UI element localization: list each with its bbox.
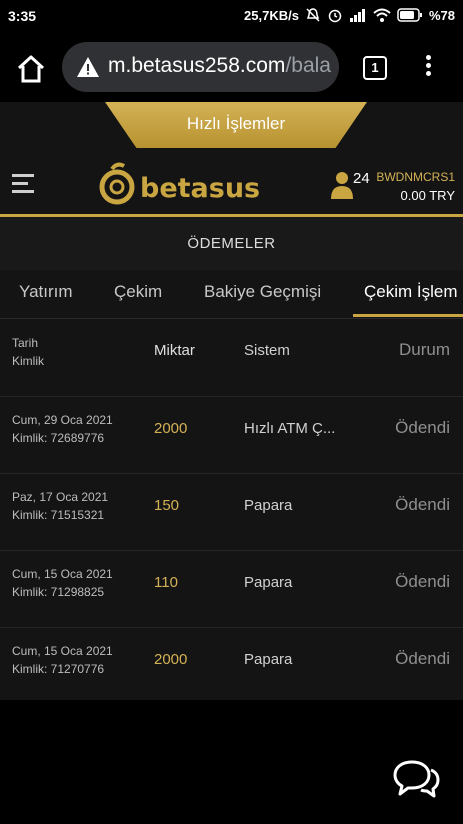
username[interactable]: BWDNMCRS1 <box>376 170 455 184</box>
status-icons: 25,7KB/s %78 <box>244 7 455 23</box>
table-row[interactable]: Cum, 15 Oca 2021 Kimlik: 71270776 2000 P… <box>0 628 463 705</box>
url-host: m.betasus258.com <box>108 54 286 77</box>
tab-switcher-button[interactable]: 1 <box>363 56 387 80</box>
hamburger-menu-icon[interactable] <box>12 174 34 196</box>
row-date-id: Paz, 17 Oca 2021 Kimlik: 71515321 <box>12 488 108 524</box>
signal-icon <box>349 9 365 22</box>
quick-actions-bar: Hızlı İşlemler <box>0 102 463 158</box>
header-date: Tarih <box>12 336 39 350</box>
battery-icon <box>397 8 422 22</box>
row-id: Kimlik: 71298825 <box>12 585 105 599</box>
tab-balance-history[interactable]: Bakiye Geçmişi <box>204 282 321 302</box>
payment-tabs: Yatırım Çekim Bakiye Geçmişi Çekim İşlem <box>0 270 463 318</box>
table-row[interactable]: Paz, 17 Oca 2021 Kimlik: 71515321 150 Pa… <box>0 474 463 551</box>
notification-count[interactable]: 24 <box>353 170 370 187</box>
network-speed: 25,7KB/s <box>244 7 299 23</box>
row-status: Ödendi <box>395 572 450 591</box>
url-path: /bala <box>285 54 331 77</box>
header-amount: Miktar <box>154 342 195 359</box>
row-id: Kimlik: 71270776 <box>12 662 105 676</box>
status-bar: 3:35 25,7KB/s %78 <box>0 0 463 32</box>
row-amount: 2000 <box>154 651 188 668</box>
row-id: Kimlik: 72689776 <box>12 431 105 445</box>
status-time: 3:35 <box>8 8 37 24</box>
website-content: Hızlı İşlemler betasus 24 BWDNMCRS1 0.00… <box>0 102 463 824</box>
url-text[interactable]: m.betasus258.com/bala <box>108 54 331 78</box>
row-system: Papara <box>244 651 293 668</box>
row-status: Ödendi <box>395 418 450 437</box>
page-title: ÖDEMELER <box>0 217 463 270</box>
row-date: Cum, 29 Oca 2021 <box>12 413 113 427</box>
betasus-logo[interactable]: betasus <box>98 160 273 210</box>
alarm-icon <box>328 9 342 23</box>
account-balance: 0.00 TRY <box>400 188 455 203</box>
row-amount: 110 <box>154 574 178 591</box>
live-chat-icon[interactable] <box>392 756 440 800</box>
table-header-row: Tarih Kimlik Miktar Sistem Durum <box>0 319 463 397</box>
warning-icon[interactable] <box>76 55 100 79</box>
address-bar[interactable]: m.betasus258.com/bala <box>62 42 339 92</box>
mute-icon <box>306 8 320 22</box>
row-amount: 150 <box>154 497 180 514</box>
row-date: Paz, 17 Oca 2021 <box>12 490 109 504</box>
row-id: Kimlik: 71515321 <box>12 508 105 522</box>
tab-withdraw-transactions[interactable]: Çekim İşlem <box>364 282 458 302</box>
header-id: Kimlik <box>12 354 44 368</box>
header-status: Durum <box>398 340 450 359</box>
table-row[interactable]: Cum, 29 Oca 2021 Kimlik: 72689776 2000 H… <box>0 397 463 474</box>
tab-withdraw[interactable]: Çekim <box>114 282 162 302</box>
wifi-icon <box>373 8 391 22</box>
row-amount: 2000 <box>154 420 188 437</box>
row-system: Hızlı ATM Ç... <box>244 420 336 437</box>
home-icon[interactable] <box>16 54 46 84</box>
row-status: Ödendi <box>395 649 450 668</box>
header-system: Sistem <box>244 342 290 359</box>
row-date-id: Cum, 29 Oca 2021 Kimlik: 72689776 <box>12 411 113 447</box>
row-date-id: Cum, 15 Oca 2021 Kimlik: 71298825 <box>12 565 113 601</box>
browser-toolbar: m.betasus258.com/bala 1 <box>0 32 463 102</box>
row-date: Cum, 15 Oca 2021 <box>12 644 113 658</box>
table-row[interactable]: Cum, 15 Oca 2021 Kimlik: 71298825 110 Pa… <box>0 551 463 628</box>
row-system: Papara <box>244 497 293 514</box>
site-header: betasus 24 BWDNMCRS1 0.00 TRY <box>0 158 463 214</box>
logo-text: betasus <box>140 173 260 204</box>
transactions-table: Tarih Kimlik Miktar Sistem Durum Cum, 29… <box>0 319 463 705</box>
row-date: Cum, 15 Oca 2021 <box>12 567 113 581</box>
row-status: Ödendi <box>395 495 450 514</box>
tab-deposit[interactable]: Yatırım <box>19 282 73 302</box>
user-icon[interactable] <box>330 170 354 200</box>
row-system: Papara <box>244 574 293 591</box>
header-date-id: Tarih Kimlik <box>12 334 44 370</box>
row-date-id: Cum, 15 Oca 2021 Kimlik: 71270776 <box>12 642 113 678</box>
quick-actions-button[interactable]: Hızlı İşlemler <box>105 102 367 148</box>
battery-level: %78 <box>428 7 455 23</box>
active-tab-indicator <box>353 314 463 317</box>
more-options-icon[interactable] <box>418 52 438 82</box>
